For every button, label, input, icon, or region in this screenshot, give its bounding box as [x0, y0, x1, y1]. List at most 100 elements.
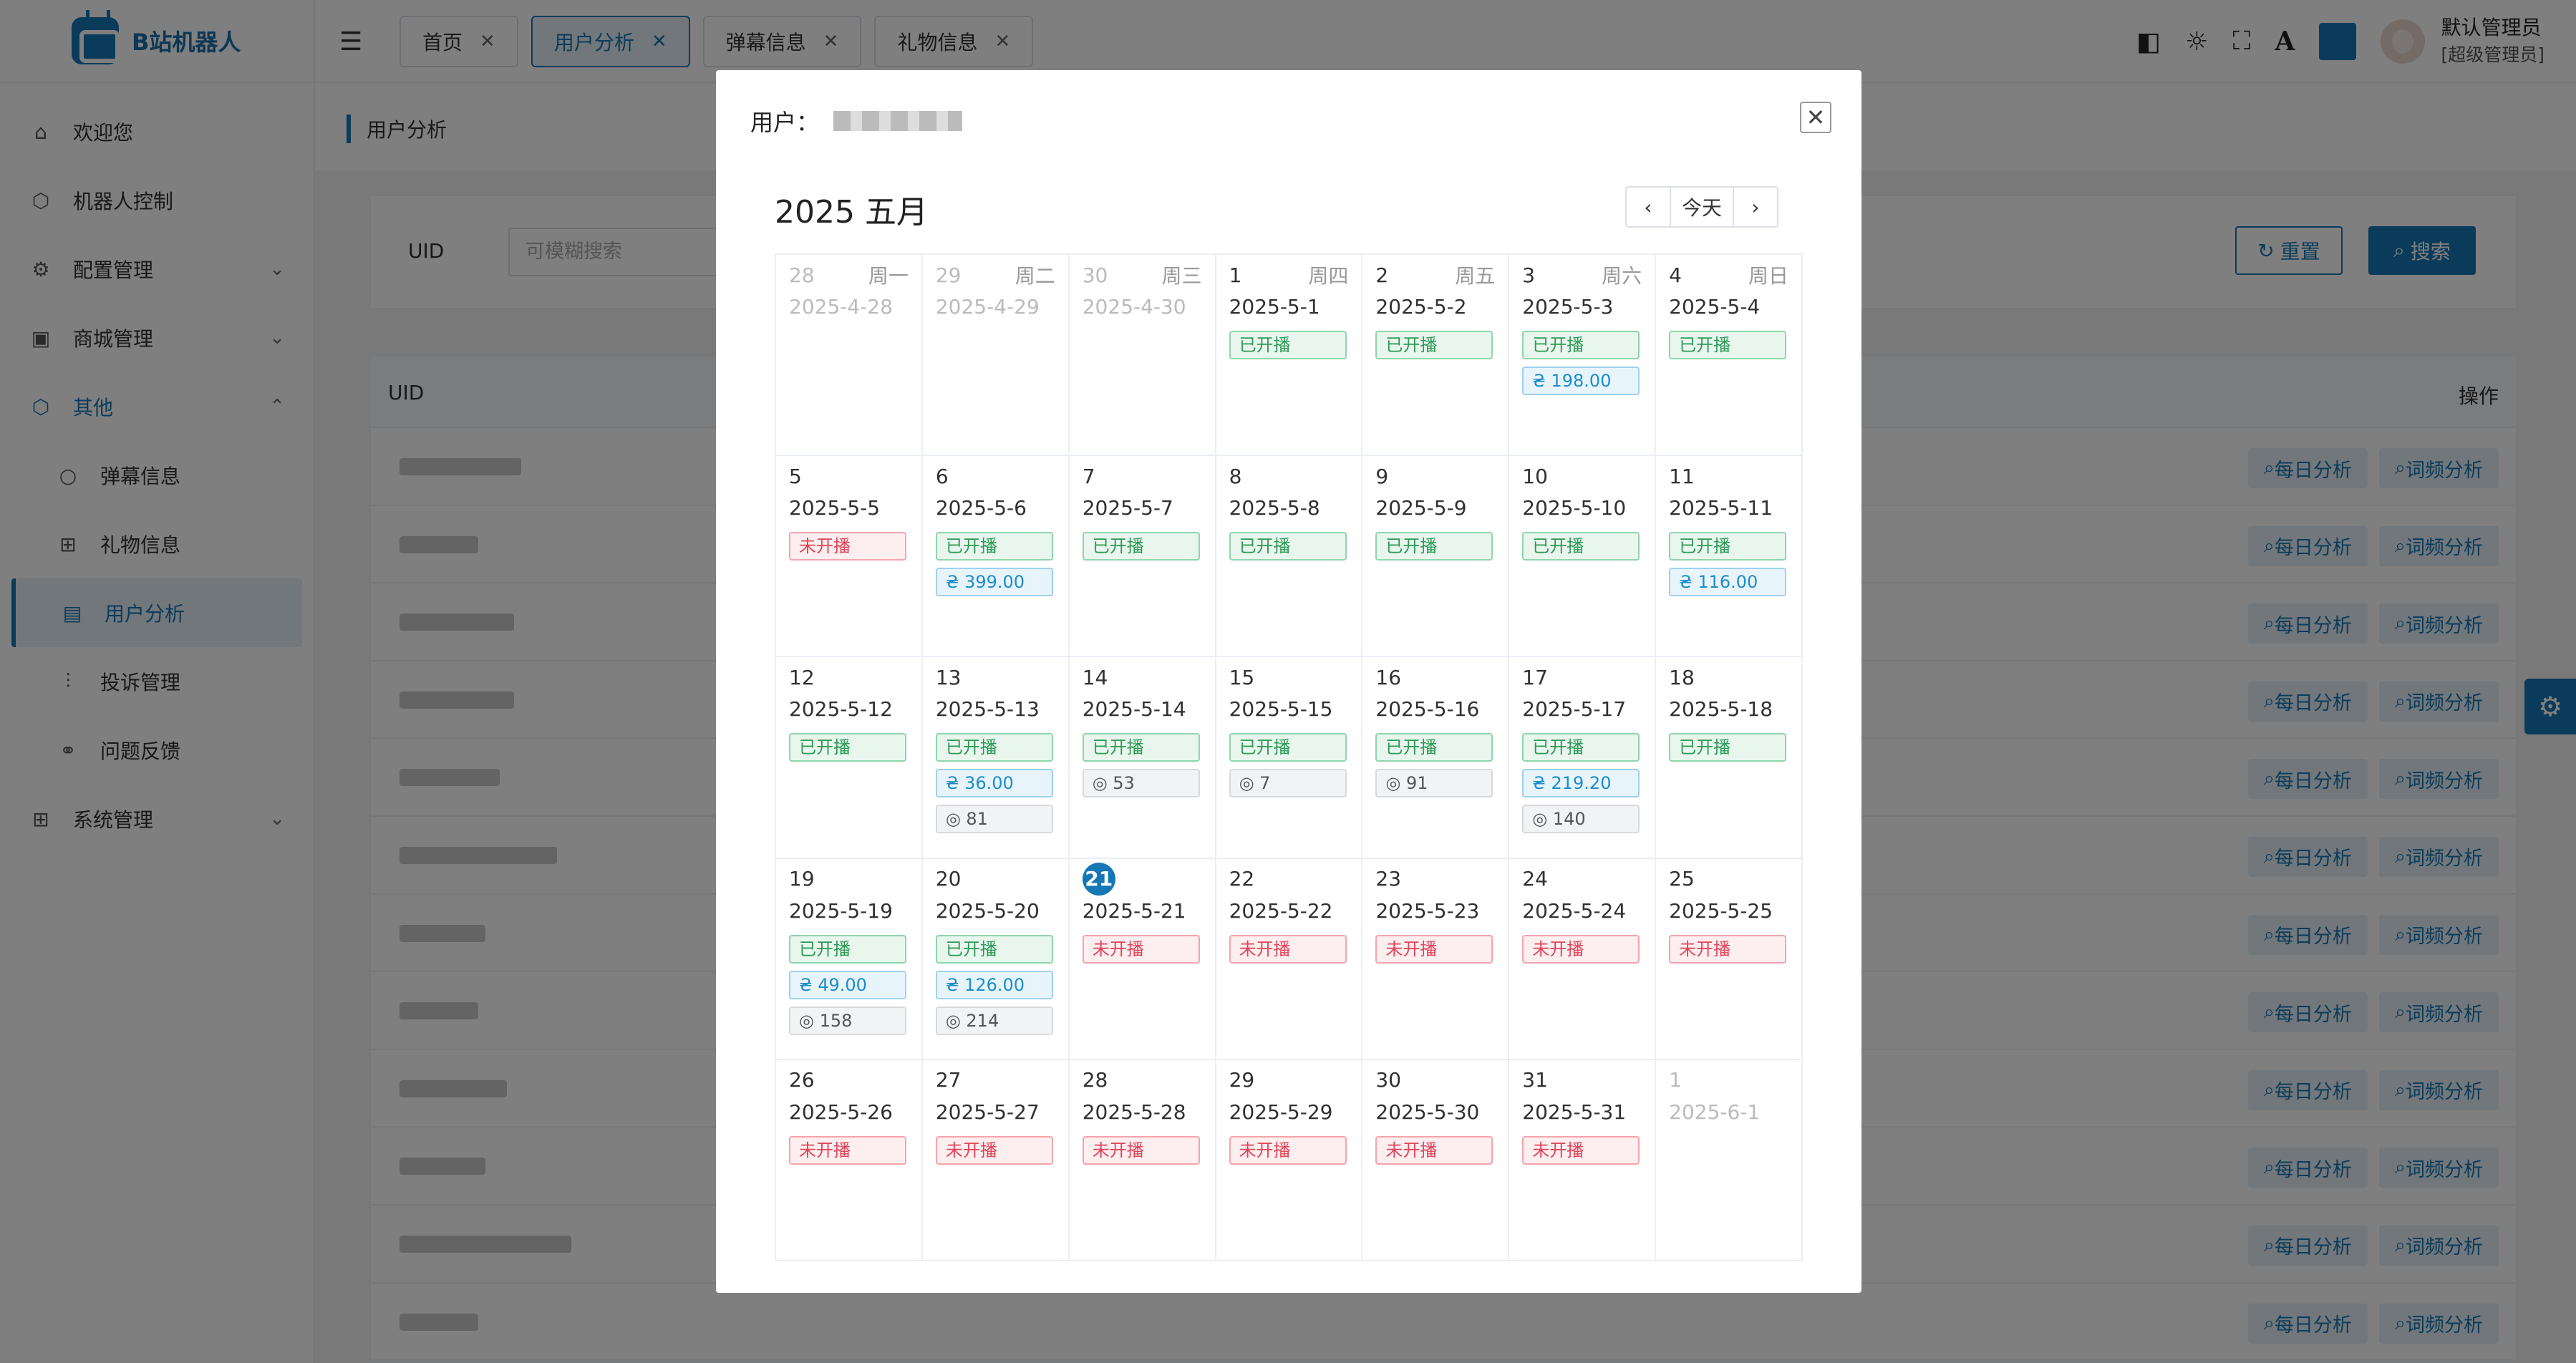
- day-date: 2025-5-18: [1669, 697, 1773, 722]
- calendar-day-cell[interactable]: 25 2025-5-25 未开播: [1656, 858, 1803, 1060]
- next-month-button[interactable]: ›: [1734, 188, 1777, 226]
- day-date: 2025-5-26: [789, 1100, 893, 1124]
- day-header: 1: [1669, 1066, 1788, 1095]
- day-number: 4: [1669, 263, 1682, 287]
- calendar-day-cell[interactable]: 18 2025-5-18 已开播: [1656, 657, 1803, 859]
- calendar-day-cell[interactable]: 20 2025-5-20 已开播 ₴ 126.00 ◎ 214: [922, 858, 1070, 1060]
- calendar-day-cell[interactable]: 16 2025-5-16 已开播 ◎ 91: [1362, 657, 1510, 859]
- day-number: 1: [1229, 263, 1242, 287]
- day-date: 2025-5-19: [789, 898, 893, 923]
- calendar-day-cell[interactable]: 23 2025-5-23 未开播: [1362, 858, 1510, 1060]
- day-date: 2025-5-3: [1522, 295, 1614, 319]
- gift-amount-badge: ₴ 219.20: [1522, 769, 1640, 798]
- calendar-day-cell[interactable]: 6 2025-5-6 已开播 ₴ 399.00: [922, 456, 1070, 658]
- calendar-day-cell[interactable]: 22 2025-5-22 未开播: [1216, 858, 1363, 1060]
- live-status-badge: 已开播: [1522, 331, 1640, 359]
- offline-status-badge: 未开播: [1082, 934, 1200, 964]
- calendar-heading: 2025 五月: [775, 194, 928, 231]
- gift-amount-badge: ₴ 126.00: [935, 970, 1053, 999]
- day-number: 10: [1522, 464, 1548, 488]
- day-date: 2025-4-30: [1082, 295, 1186, 319]
- live-status-badge: 已开播: [1669, 331, 1787, 359]
- day-date: 2025-5-10: [1522, 496, 1627, 520]
- calendar-day-cell[interactable]: 26 2025-5-26 未开播: [776, 1059, 923, 1261]
- day-date: 2025-5-28: [1082, 1100, 1186, 1124]
- calendar-day-cell[interactable]: 2 周五 2025-5-2 已开播: [1362, 255, 1510, 457]
- day-date: 2025-5-8: [1229, 496, 1320, 520]
- live-status-badge: 已开播: [935, 532, 1053, 561]
- day-number: 16: [1375, 665, 1402, 689]
- offline-status-badge: 未开播: [1375, 1135, 1493, 1165]
- calendar-day-cell[interactable]: 12 2025-5-12 已开播: [776, 657, 923, 859]
- day-header: 23: [1375, 865, 1495, 893]
- day-header: 2 周五: [1375, 261, 1495, 289]
- calendar-day-cell[interactable]: 31 2025-5-31 未开播: [1509, 1059, 1657, 1261]
- day-date: 2025-5-4: [1669, 295, 1761, 319]
- live-status-badge: 已开播: [1375, 532, 1493, 561]
- prev-month-button[interactable]: ‹: [1627, 188, 1670, 226]
- calendar-day-cell[interactable]: 8 2025-5-8 已开播: [1216, 456, 1363, 658]
- live-status-badge: 已开播: [1375, 331, 1493, 359]
- calendar-day-cell[interactable]: 28 2025-5-28 未开播: [1069, 1059, 1216, 1261]
- day-number: 24: [1522, 867, 1548, 891]
- day-date: 2025-5-17: [1522, 697, 1627, 722]
- live-status-badge: 已开播: [1522, 532, 1640, 561]
- calendar-day-cell[interactable]: 29 2025-5-29 未开播: [1216, 1059, 1363, 1261]
- dialog-title-label: 用户：: [750, 109, 820, 136]
- calendar-day-cell[interactable]: 30 周三 2025-4-30: [1069, 255, 1216, 457]
- calendar-day-cell[interactable]: 30 2025-5-30 未开播: [1362, 1059, 1510, 1261]
- offline-status-badge: 未开播: [1229, 1135, 1347, 1165]
- day-number: 27: [935, 1068, 962, 1092]
- calendar-day-cell[interactable]: 14 2025-5-14 已开播 ◎ 53: [1069, 657, 1216, 859]
- calendar-day-cell[interactable]: 9 2025-5-9 已开播: [1362, 456, 1510, 658]
- calendar-day-cell[interactable]: 4 周日 2025-5-4 已开播: [1656, 255, 1803, 457]
- day-number: 28: [1082, 1068, 1108, 1092]
- calendar-day-cell[interactable]: 1 2025-6-1: [1656, 1059, 1803, 1261]
- calendar-day-cell[interactable]: 28 周一 2025-4-28: [776, 255, 923, 457]
- day-number: 29: [1229, 1068, 1255, 1092]
- live-status-badge: 已开播: [789, 934, 906, 964]
- day-number: 26: [789, 1068, 815, 1092]
- calendar-day-cell[interactable]: 24 2025-5-24 未开播: [1509, 858, 1657, 1060]
- day-date: 2025-6-1: [1669, 1100, 1761, 1124]
- calendar-day-cell[interactable]: 5 2025-5-5 未开播: [776, 456, 923, 658]
- calendar-day-cell[interactable]: 19 2025-5-19 已开播 ₴ 49.00 ◎ 158: [776, 858, 923, 1060]
- day-header: 24: [1522, 865, 1642, 893]
- day-number: 22: [1229, 867, 1255, 891]
- close-icon[interactable]: ✕: [1800, 102, 1831, 133]
- masked-username: [833, 111, 963, 131]
- calendar-day-cell[interactable]: 10 2025-5-10 已开播: [1509, 456, 1657, 658]
- calendar-day-cell[interactable]: 21 2025-5-21 未开播: [1069, 858, 1216, 1060]
- calendar-day-cell[interactable]: 17 2025-5-17 已开播 ₴ 219.20 ◎ 140: [1509, 657, 1657, 859]
- calendar-day-cell[interactable]: 27 2025-5-27 未开播: [922, 1059, 1070, 1261]
- calendar-day-cell[interactable]: 3 周六 2025-5-3 已开播 ₴ 198.00: [1509, 255, 1657, 457]
- day-header: 30: [1375, 1066, 1495, 1095]
- day-date: 2025-5-5: [789, 496, 881, 520]
- day-header: 4 周日: [1669, 261, 1788, 289]
- day-number: 21: [1082, 862, 1115, 896]
- day-header: 11: [1669, 462, 1788, 490]
- day-date: 2025-4-29: [935, 295, 1040, 319]
- calendar-day-cell[interactable]: 1 周四 2025-5-1 已开播: [1216, 255, 1363, 457]
- day-header: 6: [936, 462, 1055, 490]
- day-number: 3: [1522, 263, 1536, 287]
- gift-amount-badge: ₴ 116.00: [1669, 568, 1787, 597]
- calendar-day-cell[interactable]: 11 2025-5-11 已开播 ₴ 116.00: [1656, 456, 1803, 658]
- calendar-day-cell[interactable]: 29 周二 2025-4-29: [922, 255, 1070, 457]
- calendar-day-cell[interactable]: 7 2025-5-7 已开播: [1069, 456, 1216, 658]
- day-header: 26: [789, 1066, 909, 1095]
- day-header: 20: [936, 865, 1055, 893]
- day-date: 2025-5-13: [935, 697, 1040, 722]
- calendar-day-cell[interactable]: 13 2025-5-13 已开播 ₴ 36.00 ◎ 81: [922, 657, 1070, 859]
- danmaku-count-badge: ◎ 214: [935, 1006, 1053, 1035]
- live-status-badge: 已开播: [1229, 331, 1347, 359]
- today-button[interactable]: 今天: [1670, 188, 1734, 226]
- day-date: 2025-5-31: [1522, 1100, 1627, 1124]
- live-status-badge: 已开播: [1669, 532, 1787, 561]
- weekday-label: 周四: [1308, 264, 1349, 288]
- day-header: 16: [1375, 663, 1495, 692]
- day-number: 7: [1082, 464, 1095, 488]
- calendar-day-cell[interactable]: 15 2025-5-15 已开播 ◎ 7: [1216, 657, 1363, 859]
- day-number: 29: [935, 263, 962, 287]
- calendar-grid: 28 周一 2025-4-28 29 周二 2025-4-29 30 周三 2025-4-30 1…: [775, 253, 1803, 1261]
